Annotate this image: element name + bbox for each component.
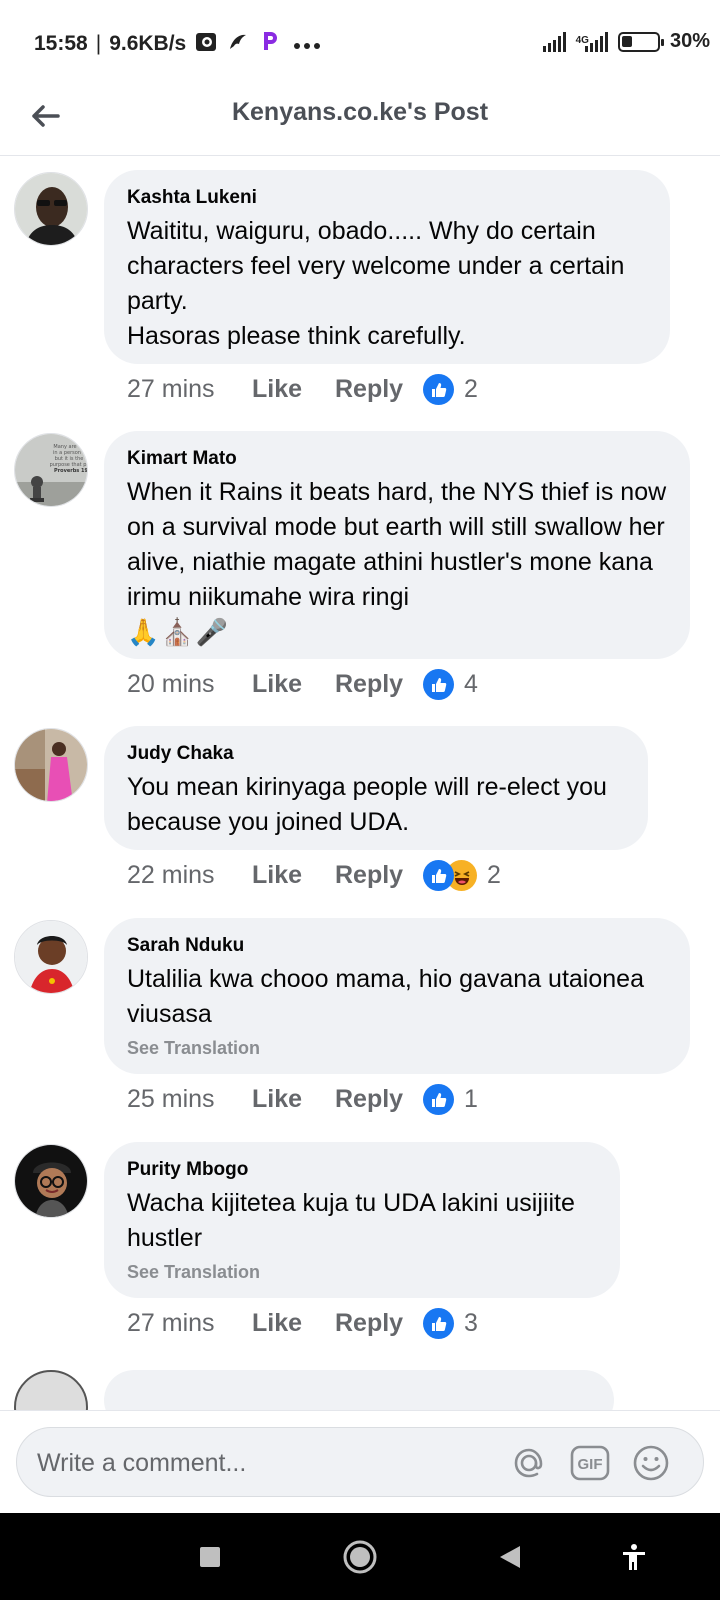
gif-icon[interactable]: GIF	[570, 1443, 610, 1483]
avatar[interactable]	[14, 172, 88, 246]
next-comment-partial	[0, 1364, 720, 1410]
avatar[interactable]	[14, 1144, 88, 1218]
comment-meta: 27 mins Like Reply 3	[127, 1308, 478, 1339]
comment-meta: 25 mins Like Reply 1	[127, 1084, 478, 1115]
comment-text: Waititu, waiguru, obado..... Why do cert…	[127, 217, 625, 350]
comment-bubble[interactable]: Kimart Mato When it Rains it beats hard,…	[104, 431, 690, 659]
screen: 15:58 | 9.6KB/s 4G 30% Kenyans.co.ke's P…	[0, 0, 720, 1600]
more-dots-icon	[290, 34, 324, 55]
comment-emojis: 🙏⛪🎤	[127, 617, 231, 647]
reaction-summary[interactable]: 2	[423, 374, 478, 405]
status-time: 15:58	[34, 32, 88, 55]
comment-bubble[interactable]: Judy Chaka You mean kirinyaga people wil…	[104, 726, 648, 850]
like-button[interactable]: Like	[252, 1309, 335, 1338]
comment-time[interactable]: 22 mins	[127, 861, 252, 890]
comment-author[interactable]: Sarah Nduku	[127, 934, 668, 958]
status-right: 4G 30%	[542, 30, 710, 53]
see-translation-link[interactable]: See Translation	[127, 1262, 598, 1283]
p-app-icon	[258, 30, 282, 58]
comment-text: When it Rains it beats hard, the NYS thi…	[127, 478, 667, 611]
comment-author[interactable]: Kashta Lukeni	[127, 186, 648, 210]
comment-text: Utalilia kwa chooo mama, hio gavana utai…	[127, 965, 644, 1028]
comment-time[interactable]: 20 mins	[127, 670, 252, 699]
reply-button[interactable]: Reply	[335, 375, 423, 404]
comment-bubble	[104, 1370, 614, 1410]
recents-square-icon[interactable]	[188, 1535, 232, 1579]
page-title: Kenyans.co.ke's Post	[231, 98, 489, 126]
comment-bubble[interactable]: Purity Mbogo Wacha kijitetea kuja tu UDA…	[104, 1142, 620, 1298]
gif-label: GIF	[578, 1456, 603, 1473]
avatar[interactable]: Many are in a person but it is the purpo…	[14, 433, 88, 507]
comment-time[interactable]: 27 mins	[127, 1309, 252, 1338]
comment-text: You mean kirinyaga people will re-elect …	[127, 773, 607, 836]
reply-button[interactable]: Reply	[335, 1085, 423, 1114]
reaction-summary[interactable]: 1	[423, 1084, 478, 1115]
comment-meta: 27 mins Like Reply 2	[127, 374, 478, 405]
like-reaction-icon	[423, 860, 454, 891]
comment-input[interactable]	[37, 1446, 457, 1480]
comment-author[interactable]: Purity Mbogo	[127, 1158, 598, 1182]
status-bar: 15:58 | 9.6KB/s 4G 30%	[0, 0, 720, 86]
like-button[interactable]: Like	[252, 861, 335, 890]
reaction-count: 4	[464, 670, 478, 698]
comment-input-box[interactable]: GIF	[16, 1427, 704, 1497]
like-reaction-icon	[423, 374, 454, 405]
reaction-count: 2	[464, 375, 478, 403]
see-translation-link[interactable]: See Translation	[127, 1038, 668, 1059]
comment-author[interactable]: Judy Chaka	[127, 742, 626, 766]
status-separator: |	[95, 32, 102, 55]
bird-icon	[226, 31, 250, 58]
comment-bubble[interactable]: Sarah Nduku Utalilia kwa chooo mama, hio…	[104, 918, 690, 1074]
reaction-summary[interactable]: 2	[423, 860, 501, 891]
like-button[interactable]: Like	[252, 1085, 335, 1114]
comment-composer: GIF	[0, 1410, 720, 1513]
reaction-count: 3	[464, 1309, 478, 1337]
like-reaction-icon	[423, 1308, 454, 1339]
avatar[interactable]	[14, 920, 88, 994]
system-nav-bar	[0, 1513, 720, 1600]
comment-author[interactable]: Kimart Mato	[127, 447, 668, 471]
comment-time[interactable]: 27 mins	[127, 375, 252, 404]
signal-4g-icon: 4G	[576, 31, 608, 52]
like-button[interactable]: Like	[252, 375, 335, 404]
like-button[interactable]: Like	[252, 670, 335, 699]
status-speed: 9.6KB/s	[109, 32, 187, 55]
news-app-icon	[194, 32, 218, 57]
at-mention-icon[interactable]	[509, 1443, 549, 1483]
accessibility-icon[interactable]	[612, 1535, 656, 1579]
battery-fill	[621, 35, 632, 47]
reply-button[interactable]: Reply	[335, 1309, 423, 1338]
reaction-summary[interactable]: 4	[423, 669, 478, 700]
smiley-icon[interactable]	[631, 1443, 671, 1483]
comment-bubble[interactable]: Kashta Lukeni Waititu, waiguru, obado...…	[104, 170, 670, 364]
post-header: Kenyans.co.ke's Post	[0, 86, 720, 156]
comment-text: Wacha kijitetea kuja tu UDA lakini usiji…	[127, 1189, 575, 1252]
battery-percent: 30%	[669, 30, 710, 52]
status-left: 15:58 | 9.6KB/s	[34, 30, 324, 58]
like-reaction-icon	[423, 1084, 454, 1115]
comment-meta: 20 mins Like Reply 4	[127, 669, 478, 700]
svg-text:Proverbs 19: Proverbs 19	[54, 468, 88, 474]
reaction-summary[interactable]: 3	[423, 1308, 478, 1339]
comments-list[interactable]: Kashta Lukeni Waititu, waiguru, obado...…	[0, 156, 720, 1410]
avatar[interactable]	[14, 728, 88, 802]
reply-button[interactable]: Reply	[335, 670, 423, 699]
signal-icon	[542, 31, 566, 52]
avatar	[14, 1370, 88, 1410]
battery-icon	[617, 31, 664, 52]
reaction-count: 1	[464, 1085, 478, 1113]
back-triangle-icon[interactable]	[488, 1535, 532, 1579]
comment-time[interactable]: 25 mins	[127, 1085, 252, 1114]
like-reaction-icon	[423, 669, 454, 700]
comment-meta: 22 mins Like Reply 2	[127, 860, 501, 891]
reaction-count: 2	[487, 861, 501, 889]
home-circle-icon[interactable]	[338, 1535, 382, 1579]
reply-button[interactable]: Reply	[335, 861, 423, 890]
